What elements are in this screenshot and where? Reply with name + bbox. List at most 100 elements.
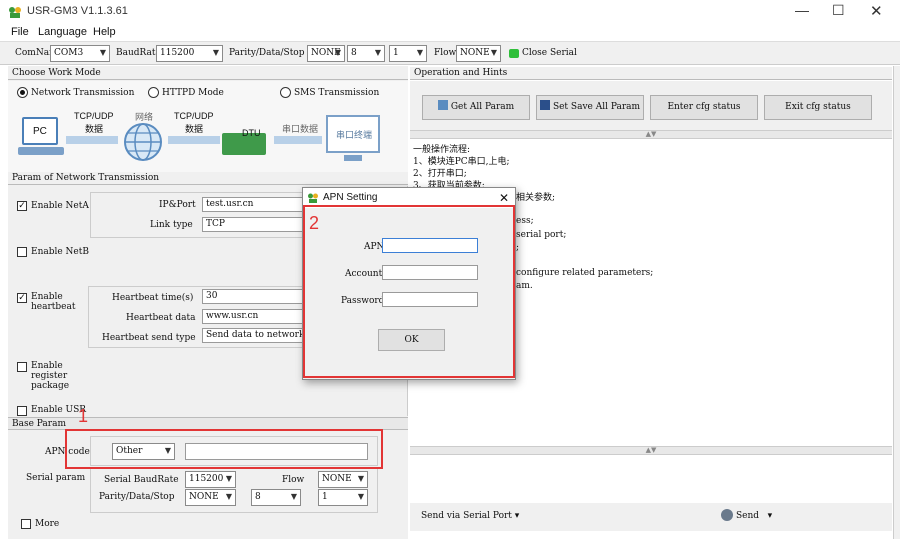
serial-flow-label: Flow [282,475,305,485]
hint-line: 相关参数; [516,193,556,203]
save-icon [539,100,550,110]
app-icon [8,5,22,19]
set-save-all-param-button[interactable]: Set Save All Param [536,95,644,120]
enter-cfg-status-button[interactable]: Enter cfg status [650,95,758,120]
chevron-down-icon: ▼ [212,48,219,57]
app-icon [307,192,319,204]
radio-sms-transmission[interactable] [280,87,291,98]
flow-label: Flow [434,48,457,58]
serial-stop-bits-select[interactable]: 1 ▼ [318,489,368,506]
dialog-close-icon[interactable]: ✕ [499,191,509,205]
send-button[interactable]: Send ▾ [736,511,772,521]
chevron-down-icon: ▼ [357,474,364,483]
double-arrow-icon [168,136,220,144]
baudrate-select[interactable]: 115200 ▼ [156,45,223,62]
chevron-down-icon: ▼ [290,492,297,501]
serial-baudrate-select[interactable]: 115200 ▼ [185,471,236,488]
hint-line: configure related parameters; [516,268,654,278]
menu-bar: File Language Help [0,24,900,41]
enable-register-checkbox[interactable] [17,362,27,372]
menu-language[interactable]: Language [38,26,87,38]
parity-select[interactable]: NONE ▼ [307,45,345,62]
chevron-down-icon: ▼ [334,48,341,57]
operation-header: Operation and Hints [410,67,892,80]
enable-neta-label: Enable NetA [31,201,89,211]
baudrate-label: BaudRate [116,48,161,58]
more-checkbox[interactable] [21,519,31,529]
hint-line: serial port; [516,230,567,240]
globe-icon [123,122,163,162]
minimize-icon[interactable]: — [795,2,809,18]
data-label-2: 数据 [185,124,204,134]
tcp-udp-label-2: TCP/UDP [174,111,214,121]
tcp-udp-label-1: TCP/UDP [74,111,114,121]
radio-network-transmission[interactable] [17,87,28,98]
window-title: USR-GM3 V1.1.3.61 [27,5,128,17]
chevron-down-icon: ▼ [374,48,381,57]
enable-register-label: Enable register package [31,361,70,391]
exit-cfg-status-button[interactable]: Exit cfg status [764,95,872,120]
radio-httpd-mode[interactable] [148,87,159,98]
serial-flow-select[interactable]: NONE ▼ [318,471,368,488]
chevron-down-icon: ▼ [416,48,423,57]
chevron-down-icon: ▼ [357,492,364,501]
net-param-header: Param of Network Transmission [8,172,408,185]
apn-code-highlight [65,429,383,469]
enable-netb-checkbox[interactable] [17,247,27,257]
serial-terminal-label: 串口终端 [336,130,373,140]
serial-data-label: 串口数据 [282,124,319,134]
chevron-down-icon: ▼ [99,48,106,57]
serial-data-bits-select[interactable]: 8 ▼ [251,489,301,506]
hint-line: ; [516,243,520,253]
enable-heartbeat-checkbox[interactable]: ✓ [17,293,27,303]
ip-port-input[interactable]: test.usr.cn [202,197,307,212]
maximize-icon[interactable]: ☐ [832,2,845,19]
get-all-param-button[interactable]: Get All Param [422,95,530,120]
send-input-area[interactable] [410,455,892,503]
topology-diagram: PC TCP/UDP 数据 网络 TCP/UDP 数据 DTU 串口数据 串口终… [18,103,400,169]
link-type-label: Link type [150,220,193,230]
heartbeat-data-input[interactable]: www.usr.cn [202,309,307,324]
heartbeat-data-label: Heartbeat data [126,313,196,323]
annotation-number-2: 2 [309,213,320,233]
send-icon [721,509,733,521]
enable-usr-checkbox[interactable] [17,406,27,416]
menu-file[interactable]: File [11,26,29,38]
link-type-select[interactable]: TCP [202,217,307,232]
double-arrow-icon [66,136,118,144]
send-via-serial-port-dropdown[interactable]: Send via Serial Port ▾ [421,511,519,521]
hint-line: ess; [516,216,534,226]
heartbeat-time-label: Heartbeat time(s) [112,293,194,303]
enable-neta-checkbox[interactable]: ✓ [17,201,27,211]
heartbeat-send-select[interactable]: Send data to network [202,328,307,343]
pc-label: PC [33,126,47,137]
data-label-1: 数据 [85,124,104,134]
enable-heartbeat-label: Enable heartbeat [31,292,76,312]
close-icon[interactable]: ✕ [870,2,883,20]
splitter-top[interactable]: ▲▼ [410,130,892,139]
right-edge-strip [893,66,900,539]
splitter-bottom[interactable]: ▲▼ [410,446,892,455]
pc-keyboard-icon [18,147,64,155]
terminal-stand-icon [344,155,362,161]
serial-status-icon [509,49,519,58]
stop-bits-select[interactable]: 1 ▼ [389,45,427,62]
menu-help[interactable]: Help [93,26,116,38]
chevron-down-icon: ▼ [225,492,232,501]
heartbeat-time-input[interactable]: 30 [202,289,307,304]
annotation-number-1: 1 [78,406,89,426]
hint-line: am. [516,281,533,291]
radio-httpd-mode-label: HTTPD Mode [162,88,224,98]
ip-port-label: IP&Port [159,200,196,210]
download-icon [437,100,448,110]
data-bits-select[interactable]: 8 ▼ [347,45,385,62]
serial-param-label: Serial param [26,473,86,483]
serial-baudrate-label: Serial BaudRate [104,475,179,485]
dialog-title: APN Setting [323,192,378,203]
dtu-label: DTU [242,128,261,138]
serial-parity-select[interactable]: NONE ▼ [185,489,236,506]
serial-toolbar: ComName COM3 ▼ BaudRate 115200 ▼ Parity/Da… [0,41,900,65]
flow-select[interactable]: NONE ▼ [456,45,501,62]
close-serial-button[interactable]: Close Serial [522,48,577,58]
comname-select[interactable]: COM3 ▼ [50,45,110,62]
